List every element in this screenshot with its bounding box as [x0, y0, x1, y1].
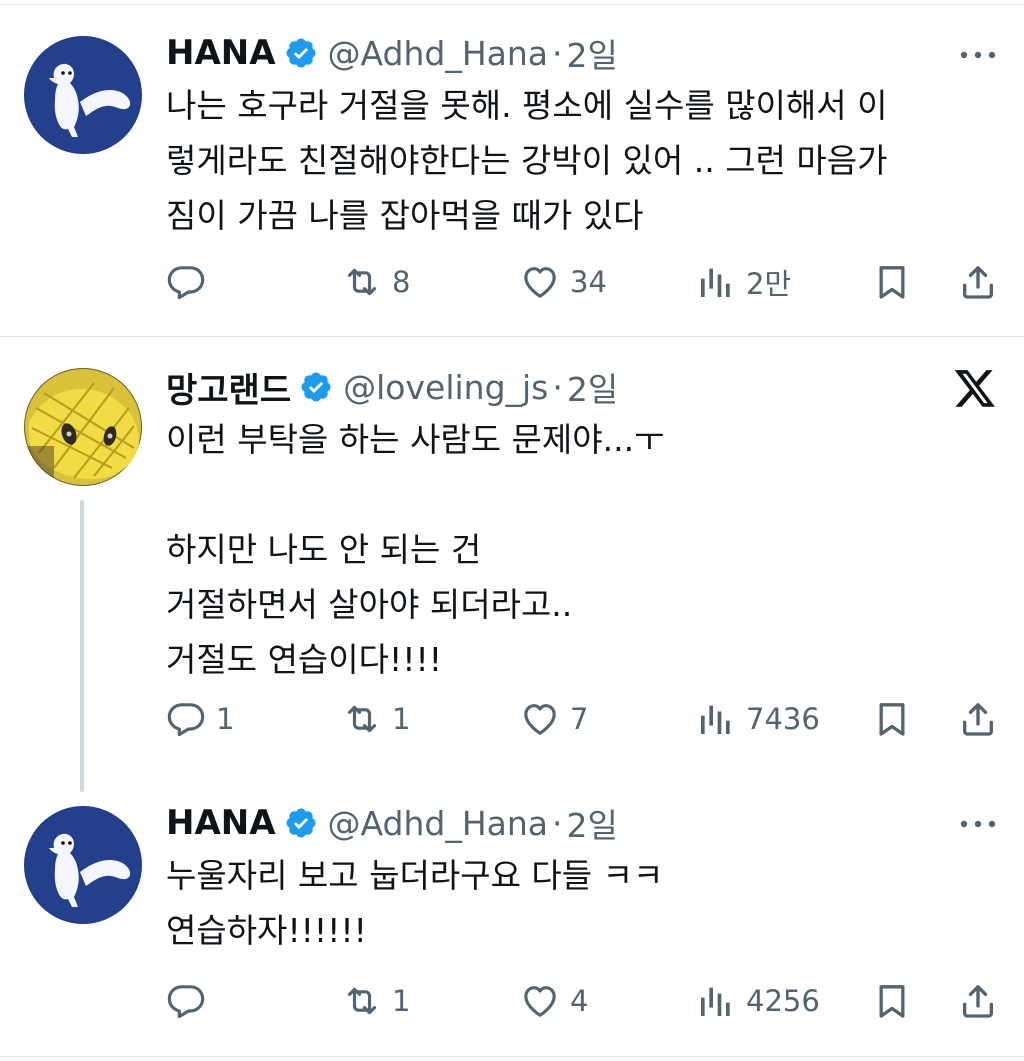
- tweet-text: 누울자리 보고 눕더라구요 다들 ㅋㅋ 연습하자!!!!!!: [166, 856, 664, 950]
- views-count: 2만: [746, 267, 792, 301]
- reply-button[interactable]: 1: [166, 694, 234, 744]
- verified-badge-icon: [284, 36, 318, 70]
- timestamp[interactable]: 2일: [567, 363, 618, 411]
- avatar[interactable]: [24, 36, 142, 154]
- reply-count: 1: [216, 702, 235, 736]
- more-icon[interactable]: [958, 814, 998, 834]
- author-name[interactable]: 망고랜드: [166, 363, 291, 412]
- like-button[interactable]: 34: [520, 257, 607, 307]
- retweet-count: 8: [392, 265, 411, 299]
- share-icon: [958, 699, 998, 739]
- verified-badge-icon: [284, 806, 318, 840]
- separator-dot: ·: [552, 367, 563, 407]
- timestamp[interactable]: 2일: [567, 799, 618, 847]
- heart-icon: [520, 262, 560, 302]
- retweet-button[interactable]: 1: [342, 976, 410, 1026]
- reply-icon: [166, 699, 206, 739]
- ermine-avatar-icon: [24, 806, 142, 924]
- retweet-button[interactable]: 1: [342, 694, 410, 744]
- author-name[interactable]: HANA: [166, 33, 276, 73]
- separator-dot: ·: [552, 803, 563, 843]
- like-button[interactable]: 4: [520, 976, 588, 1026]
- like-count: 4: [570, 984, 589, 1018]
- avatar[interactable]: [24, 806, 142, 924]
- action-bar: 8 34 2만: [166, 257, 1000, 307]
- like-count: 7: [570, 702, 589, 736]
- share-icon: [958, 262, 998, 302]
- bookmark-button[interactable]: [872, 694, 912, 744]
- views-icon: [696, 699, 736, 739]
- reply-button[interactable]: [166, 976, 216, 1026]
- tweet-2[interactable]: 망고랜드 @loveling_js · 2일 이런 부탁을 하는 사람도 문제야…: [0, 336, 1024, 792]
- like-count: 34: [570, 265, 607, 299]
- retweet-count: 1: [392, 984, 411, 1018]
- avatar[interactable]: [24, 368, 142, 486]
- share-icon: [958, 981, 998, 1021]
- views-button[interactable]: 2만: [696, 257, 791, 307]
- mango-avatar-icon: [24, 368, 142, 486]
- views-icon: [696, 981, 736, 1021]
- author-handle[interactable]: @Adhd_Hana: [328, 804, 548, 843]
- tweet-1[interactable]: HANA @Adhd_Hana · 2일 나는 호구라 거절을 못해. 평소에 …: [0, 0, 1024, 336]
- bookmark-button[interactable]: [872, 976, 912, 1026]
- heart-icon: [520, 699, 560, 739]
- bookmark-icon: [872, 262, 912, 302]
- separator-dot: ·: [552, 33, 563, 73]
- author-name[interactable]: HANA: [166, 803, 276, 843]
- more-icon[interactable]: [958, 45, 998, 65]
- views-count: 4256: [746, 984, 820, 1018]
- tweet-header: HANA @Adhd_Hana · 2일: [166, 28, 618, 78]
- verified-badge-icon: [299, 370, 333, 404]
- reply-button[interactable]: [166, 257, 216, 307]
- bottom-divider: [0, 1056, 1024, 1057]
- tweet-3[interactable]: HANA @Adhd_Hana · 2일 누울자리 보고 눕더라구요 다들 ㅋㅋ…: [0, 780, 1024, 1056]
- bookmark-icon: [872, 699, 912, 739]
- retweet-button[interactable]: 8: [342, 257, 410, 307]
- tweet-text: 이런 부탁을 하는 사람도 문제야...ㅜ 하지만 나도 안 되는 건 거절하면…: [166, 420, 665, 679]
- tweet-text: 나는 호구라 거절을 못해. 평소에 실수를 많이해서 이 렇게라도 친절해야한…: [166, 86, 888, 235]
- author-handle[interactable]: @loveling_js: [343, 368, 548, 407]
- tweet-header: 망고랜드 @loveling_js · 2일: [166, 362, 618, 412]
- retweet-count: 1: [392, 702, 411, 736]
- timestamp[interactable]: 2일: [567, 29, 618, 77]
- heart-icon: [520, 981, 560, 1021]
- author-handle[interactable]: @Adhd_Hana: [328, 34, 548, 73]
- reply-icon: [166, 262, 206, 302]
- retweet-icon: [342, 981, 382, 1021]
- share-button[interactable]: [958, 257, 998, 307]
- tweet-header: HANA @Adhd_Hana · 2일: [166, 798, 618, 848]
- thread-line: [80, 500, 84, 792]
- reply-icon: [166, 981, 206, 1021]
- share-button[interactable]: [958, 976, 998, 1026]
- retweet-icon: [342, 699, 382, 739]
- retweet-icon: [342, 262, 382, 302]
- views-count: 7436: [746, 702, 820, 736]
- action-bar: 1 4 4256: [166, 976, 1000, 1026]
- bookmark-button[interactable]: [872, 257, 912, 307]
- share-button[interactable]: [958, 694, 998, 744]
- action-bar: 1 1 7 7436: [166, 694, 1000, 744]
- bookmark-icon: [872, 981, 912, 1021]
- ermine-avatar-icon: [24, 36, 142, 154]
- views-icon: [696, 262, 736, 302]
- x-logo-icon[interactable]: [952, 366, 998, 410]
- like-button[interactable]: 7: [520, 694, 588, 744]
- views-button[interactable]: 4256: [696, 976, 820, 1026]
- views-button[interactable]: 7436: [696, 694, 820, 744]
